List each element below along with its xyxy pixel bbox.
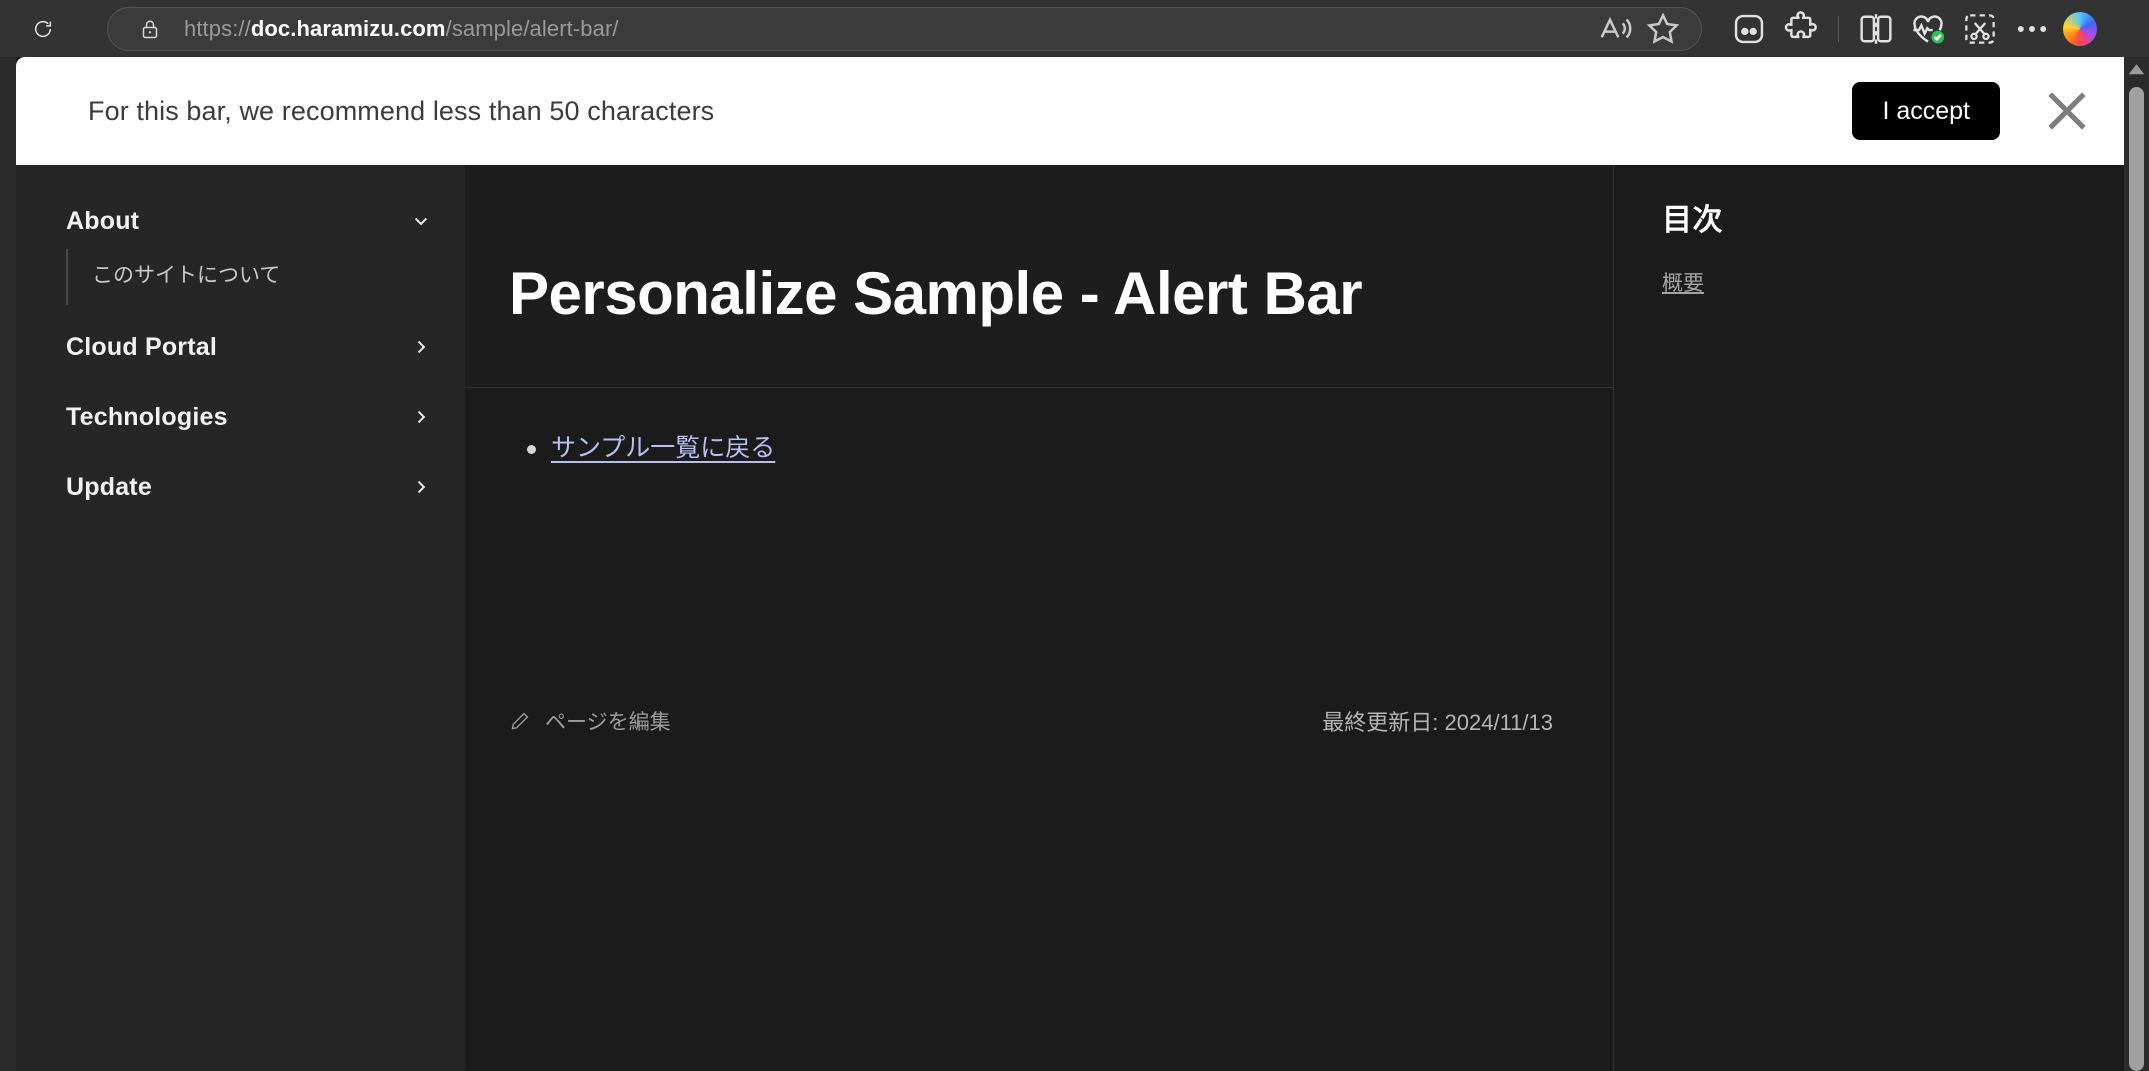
pencil-icon <box>509 710 531 732</box>
back-to-sample-list-link[interactable]: サンプル一覧に戻る <box>551 434 775 462</box>
page-left-gutter <box>0 57 16 1071</box>
list-item: サンプル一覧に戻る <box>509 428 1553 468</box>
favorites-button[interactable] <box>1643 9 1683 49</box>
sidebar-subitem-about-this-site[interactable]: このサイトについて <box>68 253 465 295</box>
sidebar-item-cloud-portal[interactable]: Cloud Portal <box>16 319 465 375</box>
content-list: サンプル一覧に戻る <box>509 428 1553 468</box>
alert-actions: I accept <box>1852 80 2124 142</box>
page-scrollbar[interactable] <box>2124 57 2149 1071</box>
settings-more-button[interactable] <box>2011 8 2053 50</box>
copilot-icon[interactable] <box>2063 12 2097 46</box>
last-updated-text: 最終更新日: 2024/11/13 <box>1322 705 1553 737</box>
browser-essentials-button[interactable] <box>1907 8 1949 50</box>
sidebar-item-label: About <box>66 207 139 236</box>
read-aloud-icon <box>1595 9 1635 49</box>
toc-item-overview[interactable]: 概要 <box>1662 261 2124 303</box>
sidebar-spacer <box>16 305 465 319</box>
page-title-block: Personalize Sample - Alert Bar <box>465 165 1613 388</box>
browser-essentials-icon <box>1907 8 1949 50</box>
chevron-down-icon[interactable] <box>411 211 431 231</box>
sidebar-spacer <box>16 375 465 389</box>
sidebar-item-label: Technologies <box>66 403 228 432</box>
sidebar-item-label: Cloud Portal <box>66 333 217 362</box>
split-screen-button[interactable] <box>1855 8 1897 50</box>
web-capture-button[interactable] <box>1959 8 2001 50</box>
chevron-right-icon[interactable] <box>411 407 431 427</box>
alert-bar: For this bar, we recommend less than 50 … <box>16 57 2124 165</box>
lock-icon <box>138 17 162 41</box>
accept-button[interactable]: I accept <box>1852 82 2000 140</box>
sidebar-navigation: About このサイトについて Cloud Portal Technolog <box>16 165 465 1071</box>
address-bar[interactable]: https://doc.haramizu.com/sample/alert-ba… <box>107 7 1702 51</box>
reload-button[interactable] <box>21 7 65 51</box>
extensions-puzzle-icon <box>1780 8 1822 50</box>
chevron-right-icon[interactable] <box>411 477 431 497</box>
split-screen-icon <box>1855 8 1897 50</box>
main-content: Personalize Sample - Alert Bar サンプル一覧に戻る… <box>465 165 1614 1071</box>
browser-actions <box>1728 8 2097 50</box>
page-footer: ページを編集 最終更新日: 2024/11/13 <box>509 705 1553 737</box>
chevron-up-icon <box>2124 57 2149 82</box>
url-path: /sample/alert-bar/ <box>446 16 619 41</box>
scrollbar-thumb[interactable] <box>2129 87 2144 1071</box>
edit-page-label: ページを編集 <box>545 706 671 736</box>
sidebar-spacer <box>16 445 465 459</box>
scroll-up-arrow[interactable] <box>2124 57 2149 81</box>
page-viewport: For this bar, we recommend less than 50 … <box>0 57 2149 1071</box>
page-title: Personalize Sample - Alert Bar <box>509 261 1553 327</box>
table-of-contents: 目次 概要 <box>1614 165 2124 1071</box>
sidebar-item-technologies[interactable]: Technologies <box>16 389 465 445</box>
toolbar-divider <box>1838 16 1839 42</box>
read-aloud-button[interactable] <box>1595 9 1635 49</box>
url-text: https://doc.haramizu.com/sample/alert-ba… <box>184 16 619 42</box>
sidebar-item-label: Update <box>66 473 152 502</box>
sidebar-item-update[interactable]: Update <box>16 459 465 515</box>
toc-title: 目次 <box>1662 195 2124 239</box>
copilot-mode-button[interactable] <box>1728 8 1770 50</box>
copilot-mode-icon <box>1728 8 1770 50</box>
chevron-right-icon[interactable] <box>411 337 431 357</box>
content-body: サンプル一覧に戻る <box>465 388 1613 468</box>
browser-toolbar: https://doc.haramizu.com/sample/alert-ba… <box>0 0 2149 57</box>
url-host: doc.haramizu.com <box>251 16 446 41</box>
web-capture-scissors-icon <box>1959 8 2001 50</box>
close-icon <box>2036 80 2098 142</box>
settings-ellipsis-icon <box>2011 8 2053 50</box>
toc-list: 概要 <box>1662 261 2124 303</box>
edit-page-link[interactable]: ページを編集 <box>509 706 671 736</box>
sidebar-item-about[interactable]: About <box>16 193 465 249</box>
reload-icon <box>32 18 54 40</box>
site-body: About このサイトについて Cloud Portal Technolog <box>16 165 2124 1071</box>
sidebar-submenu-about: このサイトについて <box>16 249 465 305</box>
url-scheme: https:// <box>184 16 251 41</box>
alert-message: For this bar, we recommend less than 50 … <box>88 96 714 127</box>
star-icon <box>1643 9 1683 49</box>
alert-close-button[interactable] <box>2036 80 2098 142</box>
extensions-button[interactable] <box>1780 8 1822 50</box>
